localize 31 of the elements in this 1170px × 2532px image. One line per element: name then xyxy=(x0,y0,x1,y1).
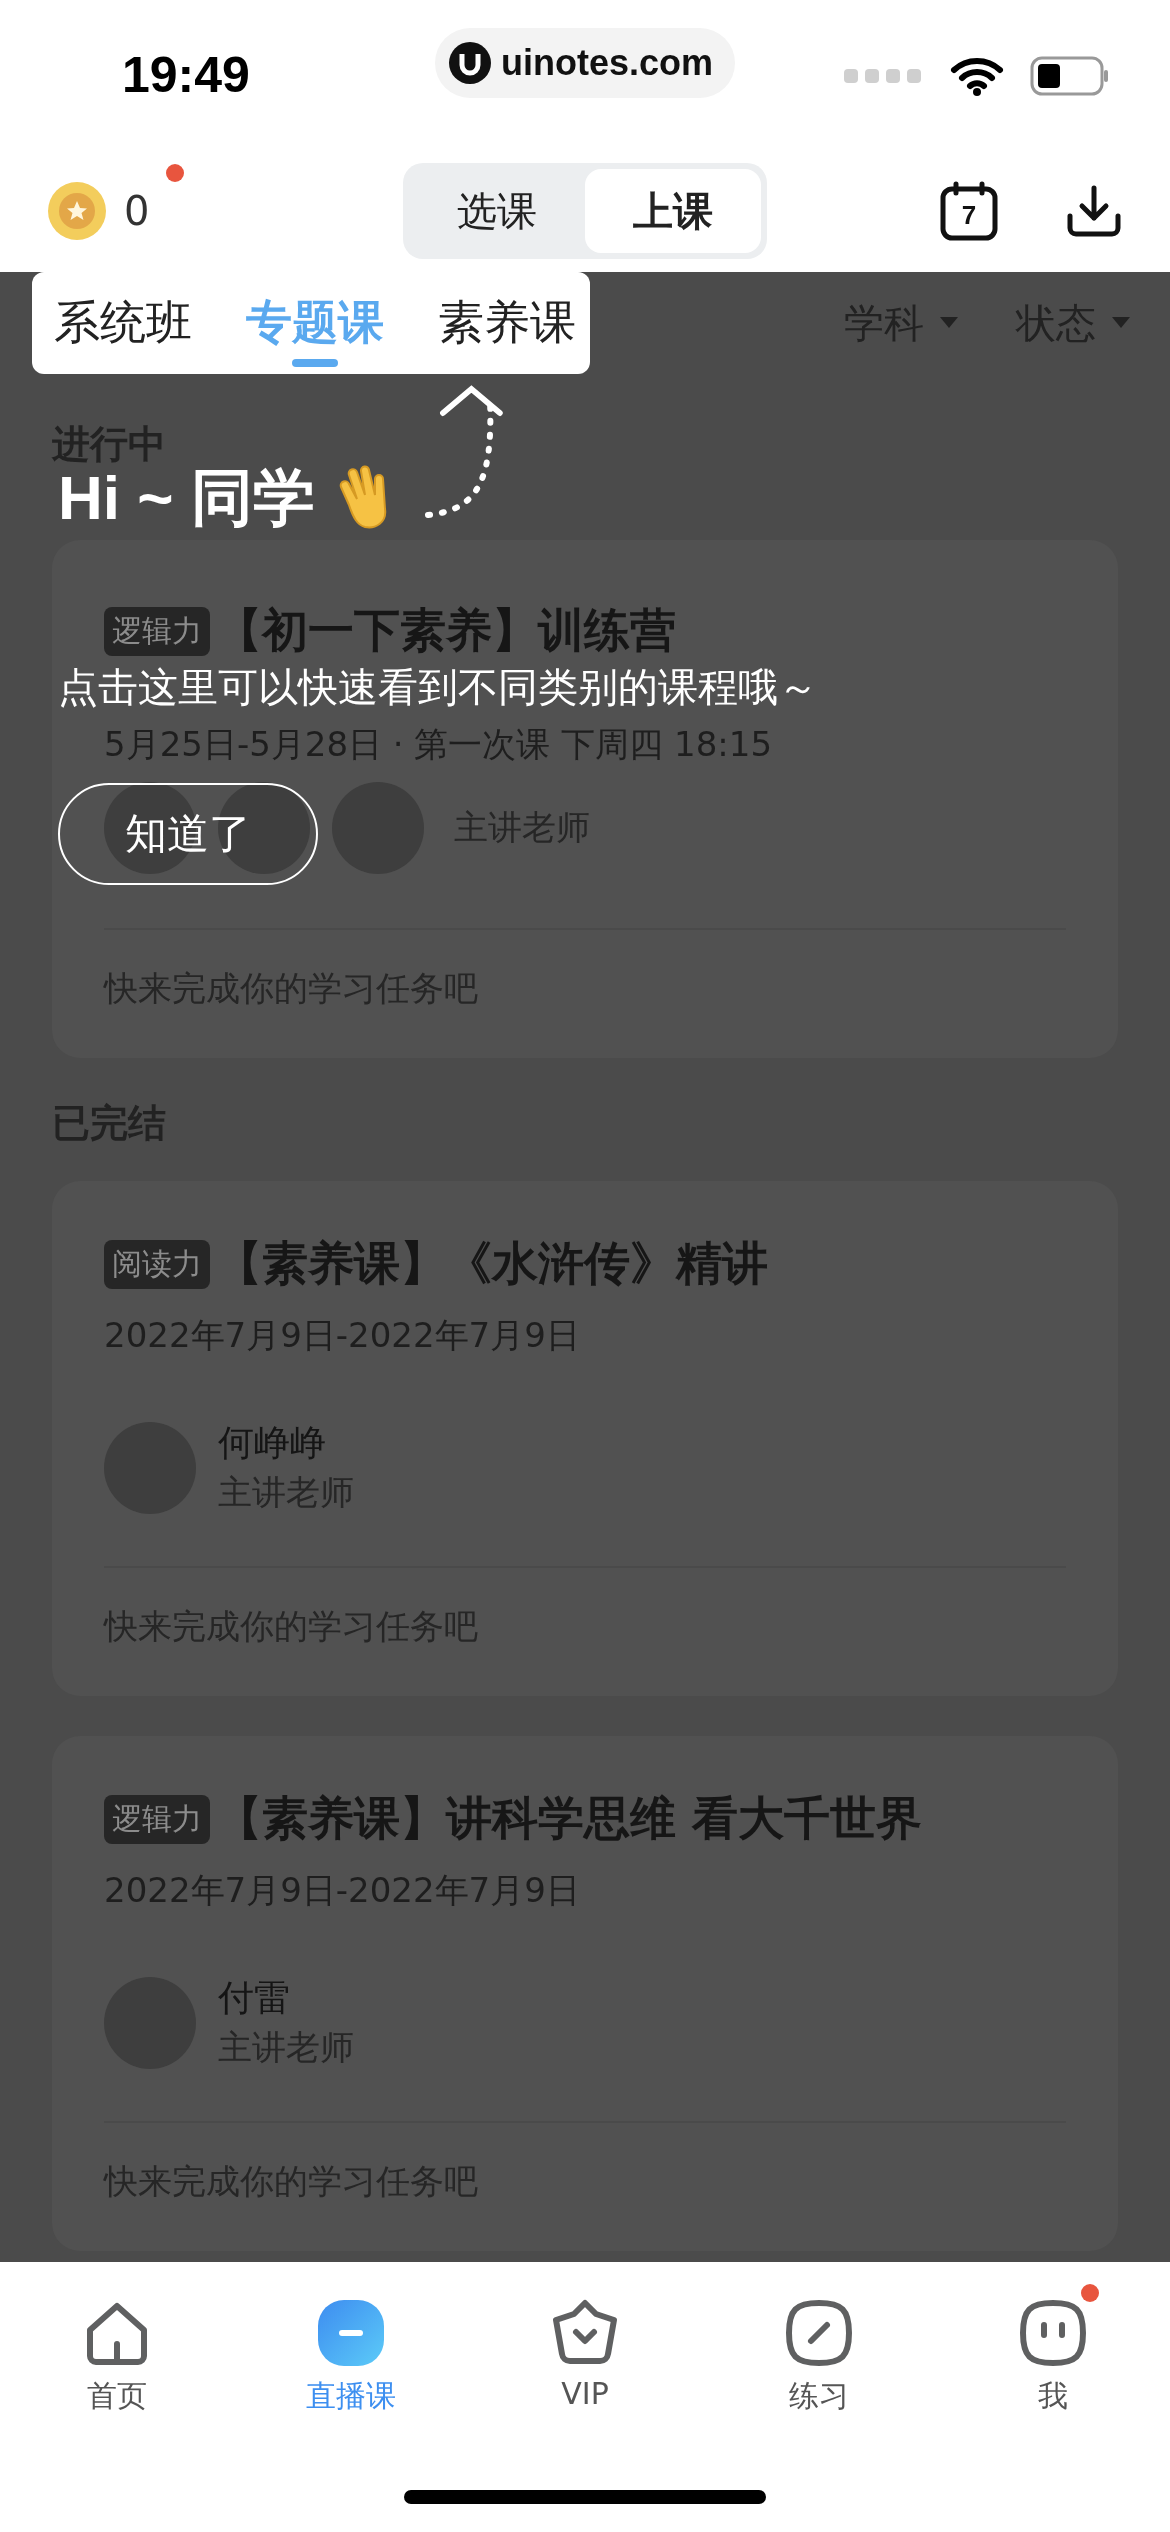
course-title: 【素养课】讲科学思维 看大千世界 xyxy=(216,1790,922,1847)
segment-tab[interactable]: 上课 xyxy=(585,169,761,253)
subject-tag: 逻辑力 xyxy=(104,606,210,656)
coin-count: 0 xyxy=(124,188,150,234)
tab-bar-item[interactable]: 首页 xyxy=(82,2298,152,2417)
url-pill: uinotes.com xyxy=(435,28,735,98)
course-title: 【初一下素养】训练营 xyxy=(216,602,676,659)
category-tab[interactable]: 系统班 xyxy=(54,283,192,363)
pencil-icon xyxy=(784,2298,854,2368)
status-time: 19:49 xyxy=(121,46,251,104)
teacher-name: 付雷 xyxy=(218,1976,291,2020)
face-icon xyxy=(1018,2298,1088,2368)
teacher-name: 何峥峥 xyxy=(218,1421,327,1465)
tab-bar-item[interactable]: 我 xyxy=(1018,2298,1088,2417)
download-button[interactable] xyxy=(1066,184,1122,238)
subject-tag: 阅读力 xyxy=(104,1239,210,1289)
wifi-icon xyxy=(950,56,1004,96)
battery-icon xyxy=(1030,56,1110,96)
signal-icon xyxy=(844,69,924,83)
caret-icon xyxy=(940,317,958,329)
caret-icon xyxy=(1112,317,1130,329)
segment-tab[interactable]: 选课 xyxy=(409,169,585,253)
tab-bar-item[interactable]: VIP xyxy=(550,2298,620,2417)
category-tab[interactable]: 素养课 xyxy=(438,283,576,363)
coach-greeting: Hi ~ 同学 xyxy=(58,463,315,534)
coach-message: 点击这里可以快速看到不同类别的课程哦～ xyxy=(58,663,818,712)
course-title: 【素养课】《水浒传》精讲 xyxy=(216,1235,768,1292)
subject-tag: 逻辑力 xyxy=(104,1794,210,1844)
site-logo-icon xyxy=(449,42,491,84)
got-it-button[interactable]: 知道了 xyxy=(58,783,318,885)
tab-bar-item[interactable]: 练习 xyxy=(784,2298,854,2417)
